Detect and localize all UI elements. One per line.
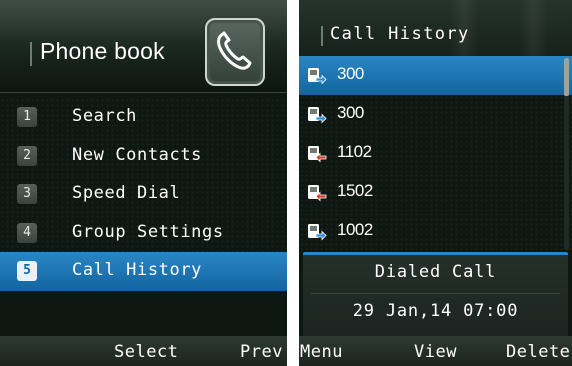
received-call-icon	[308, 146, 327, 163]
call-datetime: 29 Jan,14 07:00	[352, 301, 519, 321]
dialed-call-icon	[308, 224, 327, 241]
menu-item-new-contacts[interactable]: 2 New Contacts	[0, 136, 287, 175]
menu-number-badge: 2	[17, 145, 37, 166]
call-list-item[interactable]: 1002	[299, 212, 572, 251]
title-accent-bar	[321, 26, 323, 46]
scroll-thumb[interactable]	[564, 58, 569, 96]
call-history-screen: Call History 300 300 1102 1502 1002 Dial…	[299, 0, 572, 366]
menu-item-call-history[interactable]: 5 Call History	[0, 252, 287, 291]
select-softkey[interactable]: Select	[114, 342, 178, 362]
call-number: 1502	[337, 181, 373, 200]
menu-item-search[interactable]: 1 Search	[0, 98, 287, 137]
call-list-item[interactable]: 1502	[299, 173, 572, 212]
call-number: 1102	[337, 142, 372, 161]
header-decoration	[519, 0, 549, 56]
delete-softkey[interactable]: Delete	[506, 342, 570, 362]
menu-item-group-settings[interactable]: 4 Group Settings	[0, 213, 287, 252]
call-list: 300 300 1102 1502 1002	[299, 56, 572, 251]
phone-book-screen: Phone book 1 Search 2 New Contacts 3 Spe…	[0, 0, 287, 366]
call-number: 300	[337, 103, 364, 122]
menu-softkey[interactable]: Menu	[300, 342, 343, 362]
menu-item-speed-dial[interactable]: 3 Speed Dial	[0, 175, 287, 214]
menu-item-label: New Contacts	[72, 144, 203, 165]
phone-book-menu: 1 Search 2 New Contacts 3 Speed Dial 4 G…	[0, 98, 287, 291]
call-number: 1002	[337, 220, 373, 239]
view-softkey[interactable]: View	[414, 342, 457, 362]
call-list-item[interactable]: 300	[299, 56, 572, 95]
phone-book-header: Phone book	[0, 0, 287, 93]
page-title: Call History	[330, 24, 470, 44]
call-history-header: Call History	[299, 0, 572, 56]
dialed-call-icon	[308, 107, 327, 124]
menu-number-badge: 3	[17, 184, 37, 204]
menu-item-label: Search	[72, 106, 138, 126]
menu-item-label: Call History	[72, 260, 203, 280]
menu-item-label: Group Settings	[72, 221, 224, 242]
softkey-bar: Select Prev	[0, 336, 287, 366]
received-call-icon	[308, 185, 327, 202]
menu-number-badge: 5	[17, 261, 37, 281]
menu-number-badge: 4	[17, 222, 37, 243]
detail-divider	[311, 293, 560, 294]
menu-number-badge: 1	[17, 107, 37, 127]
menu-item-label: Speed Dial	[72, 183, 181, 203]
phone-book-icon	[205, 18, 265, 86]
prev-softkey[interactable]: Prev	[240, 342, 283, 362]
call-type-label: Dialed Call	[374, 262, 497, 282]
page-title: Phone book	[40, 38, 165, 64]
softkey-bar: Menu View Delete	[299, 336, 572, 366]
dialed-call-icon	[308, 68, 327, 85]
call-detail-panel: Dialed Call 29 Jan,14 07:00	[303, 252, 568, 339]
call-number: 300	[337, 64, 364, 83]
call-list-item[interactable]: 1102	[299, 134, 572, 173]
scrollbar[interactable]	[564, 58, 569, 250]
call-list-item[interactable]: 300	[299, 95, 572, 134]
title-accent-bar	[30, 42, 32, 66]
